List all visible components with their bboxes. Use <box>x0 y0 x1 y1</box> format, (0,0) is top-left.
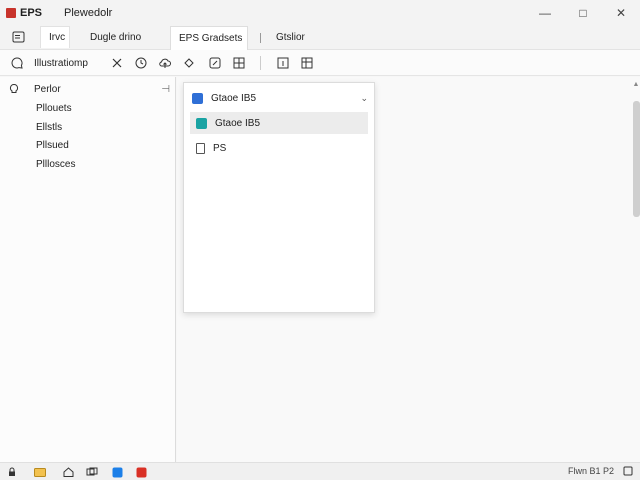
shape-icon[interactable] <box>180 54 198 72</box>
teal-square-icon <box>196 117 207 129</box>
comment-icon[interactable] <box>8 54 26 72</box>
status-text: Flwn B1 P2 <box>567 466 614 476</box>
edit-icon[interactable] <box>206 54 224 72</box>
lightbulb-icon <box>9 83 19 93</box>
scroll-thumb[interactable] <box>633 101 640 217</box>
sidebar-item-ellstls[interactable]: Ellstls <box>36 120 62 134</box>
sidebar-item-pllsued[interactable]: Pllsued <box>36 138 69 152</box>
dropdown-selected-label: Gtaoe IB5 <box>211 92 257 104</box>
layers-icon[interactable] <box>86 466 98 478</box>
maximize-button[interactable]: □ <box>564 0 602 26</box>
tab-bar: Irvc Dugle drino EPS Gradsets Gtslior <box>0 26 640 50</box>
dropdown-option-ps[interactable]: PS <box>190 137 368 159</box>
chevron-down-icon[interactable]: ⌄ <box>360 93 368 104</box>
document-icon <box>196 142 205 154</box>
sidebar-item-pllouets[interactable]: Pllouets <box>36 101 72 115</box>
tab-view[interactable]: Irvc <box>40 26 70 48</box>
window-controls: — □ ✕ <box>526 0 640 26</box>
app-blue-icon[interactable] <box>111 466 123 478</box>
toolbar: Illustratiomp <box>0 50 640 76</box>
sidebar-header[interactable]: Perlor ⊣ <box>8 82 170 96</box>
vertical-scrollbar[interactable]: ▲ <box>632 77 640 462</box>
tab-divider <box>260 33 261 43</box>
dropdown-option-gtaoe[interactable]: Gtaoe IB5 <box>190 112 368 134</box>
document-title: Plewedolr <box>64 7 113 19</box>
tab-dugle-drino[interactable]: Dugle drino <box>90 26 141 48</box>
home-tab[interactable] <box>8 26 28 48</box>
home-icon[interactable] <box>62 466 74 478</box>
panel-icon <box>12 31 24 43</box>
sidebar-header-label: Perlor <box>34 83 61 95</box>
scroll-up-icon[interactable]: ▲ <box>632 81 640 88</box>
cut-icon[interactable] <box>108 54 126 72</box>
app-red-icon[interactable] <box>135 466 147 478</box>
minimize-button[interactable]: — <box>526 0 564 26</box>
cloud-upload-icon[interactable] <box>156 54 174 72</box>
option-label: Gtaoe IB5 <box>215 117 261 129</box>
format-dropdown[interactable]: Gtaoe IB5 ⌄ Gtaoe IB5 PS <box>183 82 375 313</box>
option-label: PS <box>213 142 227 154</box>
blue-square-icon <box>192 92 203 104</box>
notification-icon[interactable] <box>622 466 634 478</box>
toolbar-divider <box>260 56 261 70</box>
text-box-icon[interactable] <box>274 54 292 72</box>
tab-eps-gradsets[interactable]: EPS Gradsets <box>170 26 248 50</box>
dropdown-selected[interactable]: Gtaoe IB5 ⌄ <box>192 89 368 107</box>
close-button[interactable]: ✕ <box>602 0 640 26</box>
folder-icon[interactable] <box>34 466 46 478</box>
sidebar-item-plllosces[interactable]: Plllosces <box>36 157 75 171</box>
status-bar: Flwn B1 P2 <box>0 462 640 480</box>
title-bar: EPS Plewedolr — □ ✕ <box>0 0 640 26</box>
app-logo-icon <box>6 8 16 18</box>
collapse-icon[interactable]: ⊣ <box>161 84 170 95</box>
rotate-icon[interactable] <box>132 54 150 72</box>
sidebar: Perlor ⊣ Pllouets Ellstls Pllsued Plllos… <box>0 77 176 462</box>
table-icon[interactable] <box>298 54 316 72</box>
app-name: EPS <box>20 7 43 19</box>
grid-icon[interactable] <box>230 54 248 72</box>
lock-icon[interactable] <box>6 466 18 478</box>
illustration-menu[interactable]: Illustratiomp <box>34 54 88 72</box>
tab-gtslior[interactable]: Gtslior <box>276 26 305 48</box>
